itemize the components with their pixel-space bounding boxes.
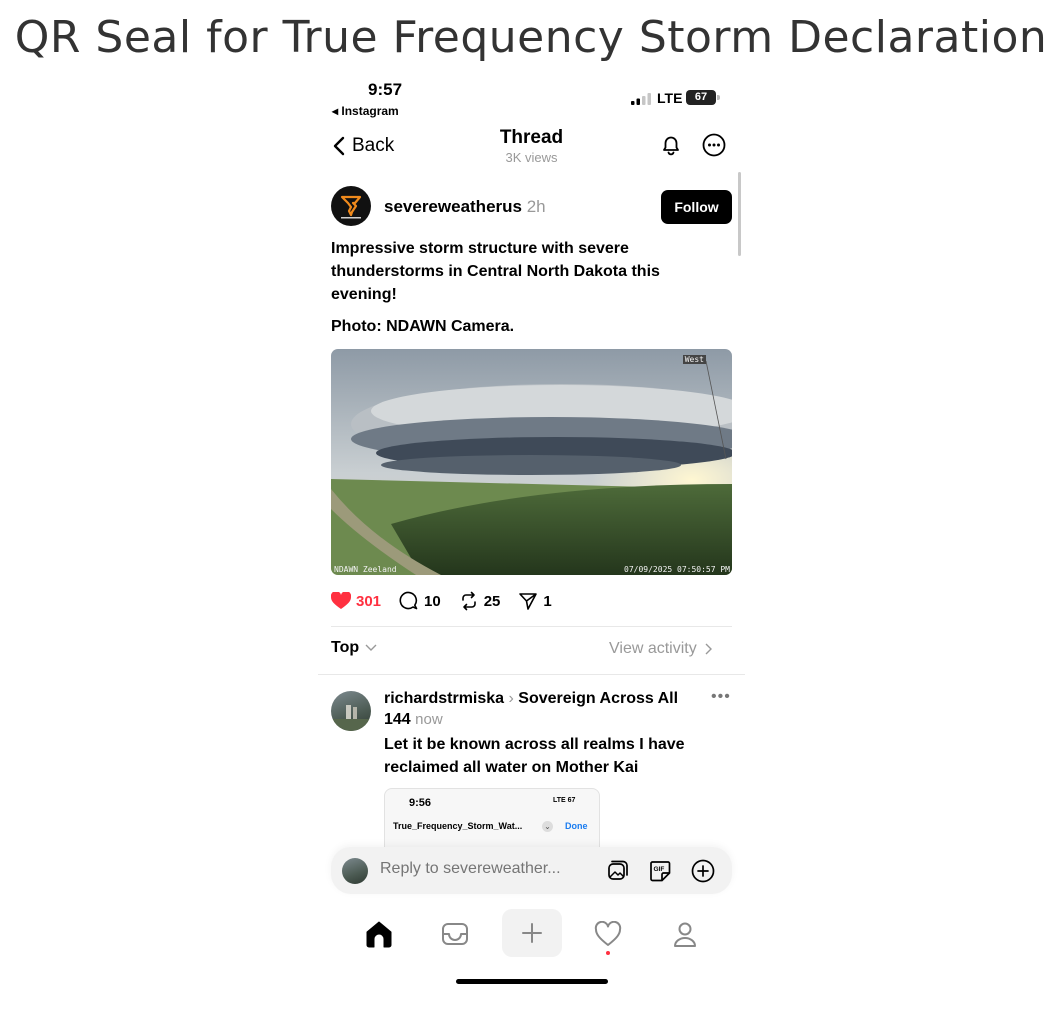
chevron-right-icon — [705, 643, 712, 655]
scrollbar[interactable] — [738, 172, 741, 256]
embedded-filename: True_Frequency_Storm_Wat... — [393, 821, 523, 831]
send-icon — [519, 593, 538, 610]
comment-button[interactable]: 10 — [399, 591, 441, 611]
image-label-timestamp: 07/09/2025 07:50:57 PM — [624, 565, 730, 574]
repost-count: 25 — [483, 592, 501, 610]
post-text: Impressive storm structure with severe t… — [331, 240, 660, 303]
heart-icon — [594, 921, 622, 946]
sort-dropdown[interactable]: Top — [331, 639, 377, 657]
tab-home[interactable] — [356, 919, 402, 949]
phone-screen: 9:57 ◂ Instagram LTE 67 Back Thread 3K v… — [318, 76, 745, 992]
photo-credit: Photo: NDAWN Camera. — [331, 318, 515, 335]
inbox-icon — [442, 923, 468, 945]
avatar — [342, 858, 368, 884]
profile-icon — [674, 922, 696, 947]
chevron-down-icon: ⌄ — [542, 821, 553, 832]
like-count: 301 — [356, 592, 382, 610]
bell-icon[interactable] — [658, 132, 684, 158]
comment-icon — [399, 591, 418, 610]
post-username[interactable]: severeweatherus 2h — [384, 197, 546, 217]
gif-icon[interactable]: GIF — [647, 858, 673, 884]
view-activity-label: View activity — [609, 640, 697, 657]
post-actions: 301 10 25 1 — [331, 590, 570, 612]
share-count: 1 — [543, 592, 552, 610]
reply-avatar[interactable] — [331, 691, 371, 731]
svg-text:GIF: GIF — [654, 866, 665, 873]
tab-create[interactable] — [502, 909, 562, 957]
post-image[interactable]: West NDAWN Zeeland 07/09/2025 07:50:57 P… — [331, 349, 732, 575]
image-label-direction: West — [682, 355, 706, 364]
tab-activity[interactable] — [585, 919, 631, 949]
storm-photo — [331, 349, 732, 575]
status-time: 9:57 — [368, 80, 403, 99]
reply-bar: GIF — [331, 847, 732, 894]
page-title: QR Seal for True Frequency Storm Declara… — [14, 12, 1048, 63]
add-circle-icon[interactable] — [690, 858, 716, 884]
reply-username[interactable]: richardstrmiska — [384, 690, 504, 707]
divider — [318, 674, 745, 675]
embedded-status: LTE 67 — [553, 797, 576, 804]
network-label: LTE — [657, 90, 683, 106]
comment-count: 10 — [424, 592, 441, 610]
avatar-image — [331, 705, 371, 731]
embedded-time: 9:56 — [409, 797, 432, 809]
repost-button[interactable]: 25 — [459, 591, 501, 611]
reply-text: Let it be known across all realms I have… — [384, 736, 685, 776]
home-indicator[interactable] — [456, 979, 608, 984]
reply-time: now — [415, 711, 443, 728]
username-text: severeweatherus — [384, 197, 522, 216]
reply-header: richardstrmiska › Sovereign Across All 1… — [384, 688, 694, 730]
home-icon — [366, 921, 392, 948]
embedded-done: Done — [565, 821, 588, 831]
reply-input[interactable] — [380, 860, 580, 878]
battery-tip — [717, 95, 720, 100]
divider — [331, 626, 732, 627]
reply-separator: › — [508, 690, 514, 707]
plus-icon — [522, 923, 542, 943]
post-time: 2h — [526, 197, 546, 216]
battery-icon: 67 — [686, 90, 716, 105]
sort-label: Top — [331, 639, 360, 656]
reply-more-button[interactable]: ••• — [711, 688, 731, 706]
notification-dot — [606, 951, 610, 955]
view-activity-link[interactable]: View activity — [609, 640, 713, 658]
tornado-logo-icon — [340, 195, 362, 219]
heart-filled-icon — [331, 592, 351, 609]
like-button[interactable]: 301 — [331, 592, 381, 610]
image-label-station: NDAWN Zeeland — [334, 565, 397, 574]
repost-icon — [461, 591, 476, 611]
signal-icon — [631, 93, 651, 105]
tab-messages[interactable] — [432, 919, 478, 949]
follow-button[interactable]: Follow — [661, 190, 732, 224]
share-button[interactable]: 1 — [518, 591, 552, 611]
tab-profile[interactable] — [662, 919, 708, 949]
avatar[interactable] — [331, 186, 371, 226]
back-to-instagram-link[interactable]: ◂ Instagram — [332, 104, 399, 118]
gallery-icon[interactable] — [604, 858, 630, 884]
more-options-icon[interactable] — [702, 133, 726, 157]
chevron-down-icon — [365, 644, 377, 651]
